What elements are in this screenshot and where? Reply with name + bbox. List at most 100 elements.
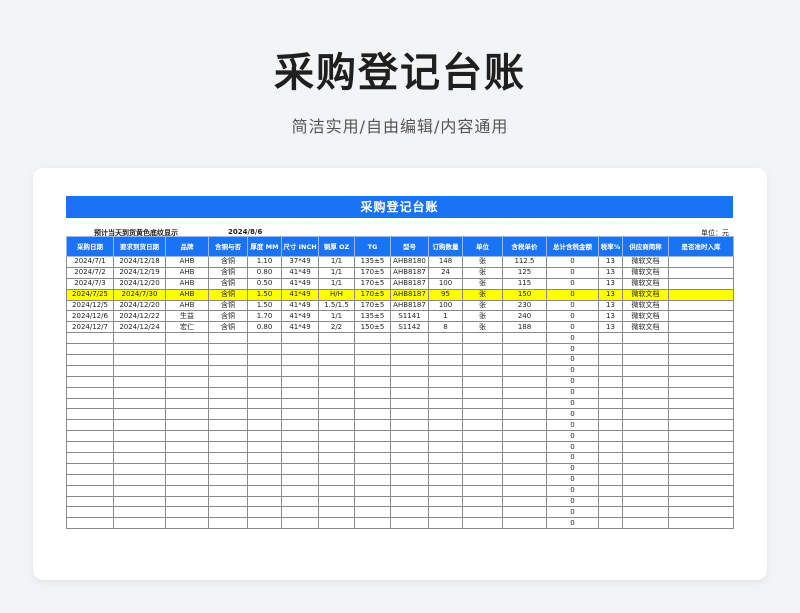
table-cell[interactable]: 0.80 [247,321,282,334]
table-cell[interactable] [668,354,734,366]
table-cell[interactable] [281,462,319,475]
table-cell[interactable] [113,517,166,530]
table-cell[interactable] [165,375,209,388]
table-cell[interactable] [165,419,209,432]
table-cell[interactable] [281,364,319,377]
table-cell[interactable] [113,375,166,388]
table-cell[interactable] [668,397,734,410]
table-cell[interactable] [598,397,623,410]
table-cell[interactable]: 微软文档 [622,299,669,312]
table-cell[interactable] [462,506,503,519]
table-cell[interactable] [668,495,734,508]
table-cell[interactable] [113,506,166,519]
table-cell[interactable] [668,288,734,301]
table-cell[interactable] [165,397,209,410]
table-cell[interactable]: 张 [462,321,503,334]
table-cell[interactable]: 41*49 [281,277,319,290]
table-cell[interactable] [668,473,734,486]
table-cell[interactable]: 170±5 [354,299,391,312]
table-cell[interactable] [462,332,503,345]
table-cell[interactable] [354,517,391,530]
table-cell[interactable] [668,266,734,279]
table-cell[interactable]: 1.5/1.5 [318,299,355,312]
table-cell[interactable] [428,364,463,377]
table-cell[interactable] [247,473,282,486]
table-cell[interactable] [66,517,114,530]
table-cell[interactable]: 0 [546,473,599,486]
table-cell[interactable] [208,397,248,410]
table-cell[interactable]: 2024/12/20 [113,277,166,290]
table-cell[interactable] [428,484,463,497]
table-cell[interactable]: 含铜 [208,321,248,334]
table-cell[interactable] [354,506,391,519]
table-cell[interactable]: 0 [546,386,599,399]
table-cell[interactable] [668,343,734,356]
table-cell[interactable] [390,408,429,421]
table-cell[interactable]: 125 [502,266,547,279]
table-cell[interactable] [668,462,734,475]
table-cell[interactable] [281,343,319,356]
table-cell[interactable]: AHB8187 [390,277,429,290]
table-cell[interactable] [598,408,623,421]
table-cell[interactable]: 2024/12/20 [113,299,166,312]
table-cell[interactable]: 150±5 [354,321,391,334]
table-cell[interactable] [622,462,669,475]
table-cell[interactable] [208,419,248,432]
table-cell[interactable] [668,256,734,268]
table-cell[interactable]: 含铜 [208,256,248,268]
table-cell[interactable] [622,375,669,388]
table-cell[interactable]: 41*49 [281,299,319,312]
table-cell[interactable] [281,484,319,497]
table-cell[interactable] [113,452,166,464]
table-cell[interactable] [208,430,248,443]
table-cell[interactable] [462,452,503,464]
table-cell[interactable] [598,452,623,464]
table-cell[interactable] [598,517,623,530]
table-cell[interactable] [281,332,319,345]
table-cell[interactable] [66,506,114,519]
table-cell[interactable]: 41*49 [281,321,319,334]
table-cell[interactable]: 41*49 [281,266,319,279]
table-cell[interactable] [354,386,391,399]
table-cell[interactable] [428,506,463,519]
table-cell[interactable] [247,462,282,475]
table-cell[interactable]: 0 [546,462,599,475]
table-cell[interactable]: 0.80 [247,266,282,279]
table-cell[interactable] [502,397,547,410]
table-cell[interactable] [281,517,319,530]
table-cell[interactable] [622,332,669,345]
table-cell[interactable] [165,354,209,366]
table-cell[interactable] [598,386,623,399]
table-cell[interactable] [354,441,391,454]
table-cell[interactable]: 2024/12/6 [66,310,114,323]
table-cell[interactable] [281,452,319,464]
table-cell[interactable] [462,473,503,486]
table-cell[interactable] [502,364,547,377]
table-cell[interactable]: 170±5 [354,288,391,301]
table-cell[interactable] [462,441,503,454]
table-cell[interactable]: 13 [598,256,623,268]
table-cell[interactable] [598,430,623,443]
table-cell[interactable] [462,408,503,421]
table-cell[interactable]: 微软文档 [622,288,669,301]
table-cell[interactable]: 0 [546,408,599,421]
table-cell[interactable] [247,343,282,356]
table-cell[interactable] [165,506,209,519]
table-cell[interactable]: 2024/12/5 [66,299,114,312]
table-cell[interactable]: 13 [598,299,623,312]
table-cell[interactable]: 1/1 [318,266,355,279]
table-cell[interactable] [318,408,355,421]
table-cell[interactable]: AHB [165,256,209,268]
table-cell[interactable]: 148 [428,256,463,268]
table-cell[interactable] [428,397,463,410]
table-cell[interactable]: 41*49 [281,288,319,301]
table-cell[interactable]: 含铜 [208,277,248,290]
table-cell[interactable] [318,364,355,377]
table-cell[interactable] [247,332,282,345]
table-cell[interactable] [462,495,503,508]
table-cell[interactable]: 1 [428,310,463,323]
table-cell[interactable] [208,484,248,497]
table-cell[interactable]: 2024/12/18 [113,256,166,268]
table-cell[interactable]: 0 [546,299,599,312]
table-cell[interactable] [66,484,114,497]
